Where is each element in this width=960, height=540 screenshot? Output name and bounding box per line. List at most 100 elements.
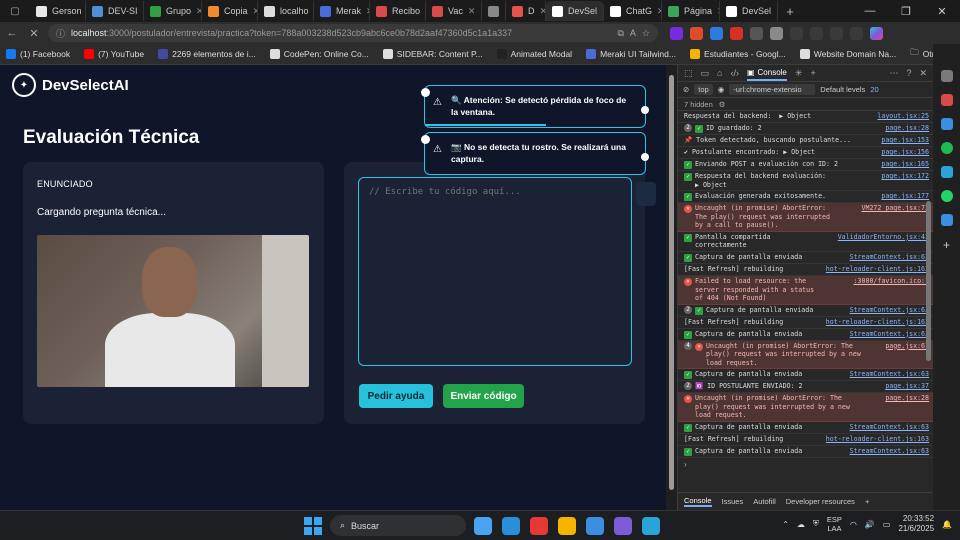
more-tabs-icon[interactable]: ✳ <box>795 68 803 79</box>
read-aloud-icon[interactable]: A <box>630 28 636 38</box>
browser-tab[interactable]: localho✕ <box>258 1 314 21</box>
minimize-icon[interactable]: — <box>852 0 888 22</box>
console-message[interactable]: ✓ Captura de pantalla enviada StreamContex… <box>678 422 933 434</box>
designer-icon[interactable] <box>940 214 953 226</box>
url-text[interactable]: localhost:3000/postulador/entrevista/pra… <box>71 28 611 38</box>
browser-tab[interactable]: Gerson✕ <box>30 1 86 21</box>
cast-icon[interactable]: ⧉ <box>617 28 623 39</box>
issues-count-badge[interactable]: 20 <box>870 85 878 94</box>
console-source-link[interactable]: StreamContext.jsx:63 <box>850 370 929 379</box>
console-source-link[interactable]: StreamContext.jsx:63 <box>850 447 929 456</box>
browser-tab[interactable]: Vac ✕ <box>426 1 482 21</box>
console-source-link[interactable]: ValidadorEntorno.jsx:43 <box>838 233 929 242</box>
pinned-app-icon[interactable] <box>530 516 548 535</box>
tab-console[interactable]: ▣ Console <box>746 66 787 81</box>
console-source-link[interactable]: page.jsx:153 <box>881 136 929 145</box>
tray-chevron-icon[interactable]: ⌃ <box>782 520 789 529</box>
browser-tab[interactable]: DevSel✕ <box>720 1 778 21</box>
help-icon[interactable]: ? <box>906 68 911 78</box>
console-source-link[interactable]: StreamContext.jsx:63 <box>850 306 929 315</box>
console-message[interactable]: ✕ Uncaught (in promise) AbortError: The p… <box>678 203 933 232</box>
notifications-icon[interactable]: 🔔 <box>942 520 952 529</box>
extension-icon[interactable] <box>670 26 683 40</box>
onedrive-icon[interactable]: ☁ <box>797 520 805 529</box>
browser-tab[interactable]: Copia✕ <box>202 1 258 21</box>
code-editor[interactable] <box>358 177 632 366</box>
eye-icon[interactable]: ◉ <box>718 85 725 94</box>
site-info-icon[interactable]: ⓘ <box>56 27 65 40</box>
console-filter-input[interactable]: -url:chrome-extensio <box>729 84 816 95</box>
add-sidebar-app-icon[interactable]: + <box>941 238 953 252</box>
volume-icon[interactable]: 🔊 <box>865 520 875 529</box>
search-sidebar-icon[interactable] <box>940 70 953 82</box>
maximize-icon[interactable]: ❐ <box>888 0 924 22</box>
browser-tab[interactable]: Recibo✕ <box>370 1 426 21</box>
favorite-star-icon[interactable]: ☆ <box>642 28 650 39</box>
bookmark-item[interactable]: (1) Facebook <box>6 49 70 59</box>
split-screen-icon[interactable] <box>790 26 803 40</box>
console-source-link[interactable]: StreamContext.jsx:63 <box>850 330 929 339</box>
console-message[interactable]: 4 ✕ Uncaught (in promise) AbortError: The … <box>678 340 933 370</box>
device-toolbar-icon[interactable]: ▭ <box>701 68 710 79</box>
console-message[interactable]: 2 ✓ ID guardado: 2 page.jsx:28 <box>678 123 933 135</box>
console-message[interactable]: ✓ Captura de pantalla enviada StreamContex… <box>678 369 933 382</box>
drawer-tab[interactable]: Developer resources <box>786 497 855 506</box>
console-scrollbar[interactable] <box>926 111 932 411</box>
console-source-link[interactable]: StreamContext.jsx:63 <box>850 253 929 262</box>
input-language[interactable]: ESP LAA <box>827 515 842 533</box>
console-message[interactable]: 2 🆔 ID POSTULANTE ENVIADO: 2 page.jsx:37 <box>678 381 933 394</box>
console-source-link[interactable]: VM272 page.jsx:73 <box>862 204 930 213</box>
console-message[interactable]: [Fast Refresh] rebuilding hot-reloader-cl… <box>678 317 933 329</box>
add-tab-icon[interactable]: + <box>810 68 815 78</box>
console-source-link[interactable]: layout.jsx:25 <box>877 112 929 121</box>
console-message[interactable]: ✓ Captura de pantalla enviada StreamContex… <box>678 252 933 264</box>
log-levels-select[interactable]: Default levels <box>820 85 865 94</box>
browser-tab[interactable]: Merak✕ <box>314 1 370 21</box>
elements-tab-icon[interactable]: ⌂ <box>717 68 722 78</box>
console-message[interactable]: ✓ Respuesta del backend evaluación: ▶ Obj… <box>678 171 933 192</box>
extension-icon[interactable] <box>770 26 783 40</box>
sources-tab-icon[interactable]: ‹/› <box>730 68 739 78</box>
inspect-icon[interactable]: ⬚ <box>684 68 693 79</box>
toast-focus-lost[interactable]: ⚠ 🔍 Atención: Se detectó pérdida de foco… <box>421 85 649 128</box>
whatsapp-icon[interactable] <box>940 190 953 202</box>
browser-tab[interactable]: ChatG✕ <box>604 1 662 21</box>
favorites-icon[interactable] <box>810 26 823 40</box>
telegram-icon[interactable] <box>940 166 953 178</box>
extension-icon[interactable] <box>690 26 703 40</box>
console-message[interactable]: ✓ Captura de pantalla enviada StreamContex… <box>678 329 933 341</box>
extension-icon[interactable] <box>750 26 763 40</box>
console-settings-icon[interactable]: ⚙ <box>719 100 726 109</box>
omnibox[interactable]: ⓘ localhost:3000/postulador/entrevista/p… <box>48 24 658 42</box>
console-source-link[interactable]: page.jsx:28 <box>885 124 929 133</box>
console-source-link[interactable]: page.jsx:61 <box>885 342 929 351</box>
console-source-link[interactable]: page.jsx:28 <box>885 394 929 403</box>
pinned-app-icon[interactable] <box>614 516 632 535</box>
pinned-app-icon[interactable] <box>558 516 576 535</box>
pinned-app-icon[interactable] <box>474 516 492 535</box>
extension-icon[interactable] <box>710 26 723 40</box>
outlook-icon[interactable] <box>940 118 953 130</box>
console-message[interactable]: ✓ Pantalla compartida correctamente Valida… <box>678 232 933 252</box>
more-menu-icon[interactable] <box>850 26 863 40</box>
console-source-link[interactable]: hot-reloader-client.js:163 <box>826 265 929 274</box>
console-message[interactable]: ✔ Postulante encontrado: ▶ Object page.js… <box>678 147 933 159</box>
extension-icon[interactable] <box>730 26 743 40</box>
tab-close-icon[interactable]: ✕ <box>468 6 476 17</box>
bookmark-item[interactable]: Website Domain Na... <box>799 49 896 59</box>
new-tab-button[interactable]: + <box>778 4 802 19</box>
help-button[interactable]: Pedir ayuda <box>359 384 433 408</box>
devtools-more-icon[interactable]: ⋯ <box>889 68 898 79</box>
browser-tab[interactable]: Página✕ <box>662 1 720 21</box>
brand[interactable]: ✦ DevSelectAI <box>12 73 129 97</box>
console-message[interactable]: 📌 Token detectado, buscando postulante..… <box>678 135 933 147</box>
send-code-button[interactable]: Enviar código <box>443 384 524 408</box>
console-scrollbar-thumb[interactable] <box>926 201 931 361</box>
console-message[interactable]: ✓ Enviando POST a evaluación con ID: 2 pag… <box>678 159 933 171</box>
console-message[interactable]: [Fast Refresh] rebuilding hot-reloader-cl… <box>678 264 933 276</box>
bookmark-item[interactable]: 2269 elementos de i... <box>158 49 256 59</box>
bookmark-item[interactable]: Estudiantes - Googl... <box>689 49 786 59</box>
page-scrollbar-thumb[interactable] <box>669 75 674 490</box>
tab-actions-icon[interactable]: ▢ <box>0 6 30 17</box>
windows-start-icon[interactable] <box>304 516 322 535</box>
